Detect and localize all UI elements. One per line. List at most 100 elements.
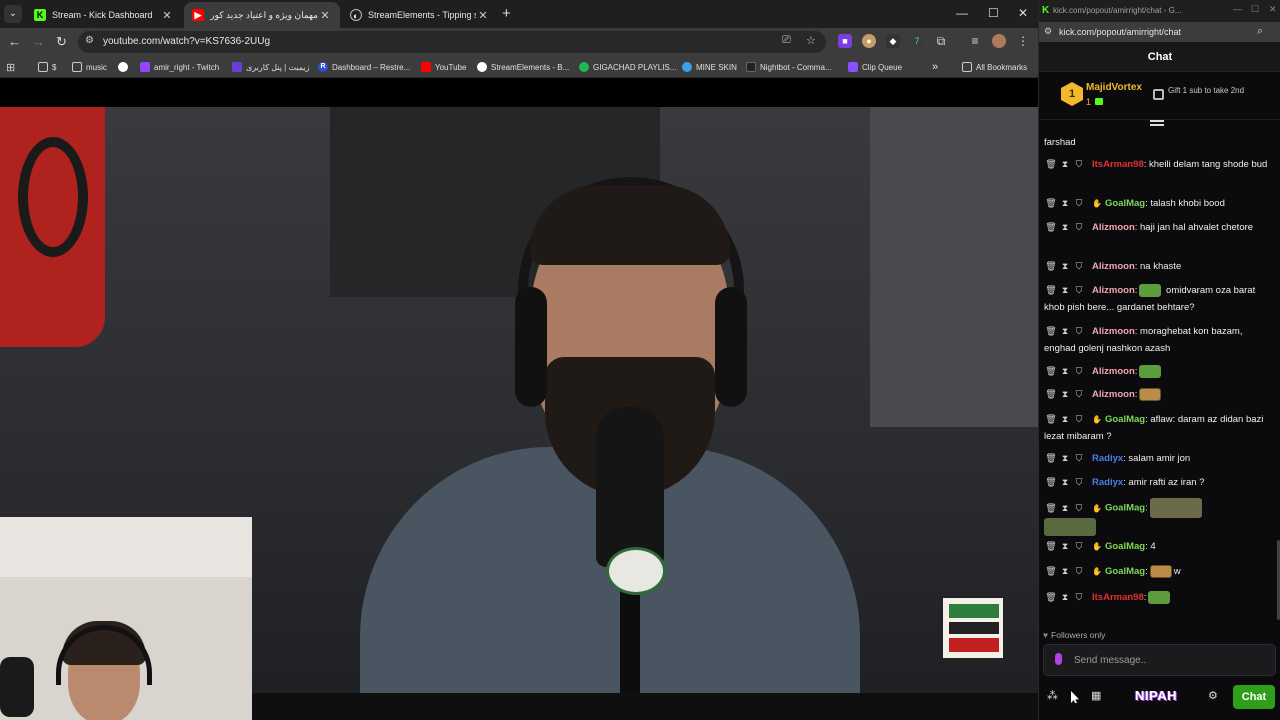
timeout-icon[interactable]: ⧗: [1058, 589, 1072, 606]
trash-icon[interactable]: 🗑: [1044, 538, 1058, 555]
chat-username[interactable]: ItsArman98: [1092, 592, 1144, 603]
shield-icon[interactable]: ⛉: [1072, 323, 1086, 340]
collapse-pinned-icon[interactable]: [1150, 120, 1164, 130]
shield-icon[interactable]: ⛉: [1072, 156, 1086, 173]
chat-username[interactable]: Alizmoon: [1092, 261, 1135, 272]
chat-username[interactable]: Alizmoon: [1092, 389, 1135, 400]
bookmarks-overflow-button[interactable]: »: [932, 60, 938, 74]
minimize-icon[interactable]: —: [956, 6, 968, 20]
shield-icon[interactable]: ⛉: [1072, 258, 1086, 275]
chat-address-bar[interactable]: ⚙ kick.com/popout/amirright/chat ⌕: [1039, 22, 1280, 42]
extension-icon[interactable]: ●: [862, 34, 876, 48]
gg-emote-icon[interactable]: [1139, 387, 1162, 401]
trash-icon[interactable]: 🗑: [1044, 219, 1058, 236]
bookmark-item[interactable]: R Dashboard – Restre...: [318, 60, 410, 74]
bookmark-item[interactable]: [118, 60, 132, 74]
nipah-emote-label[interactable]: NIPAH: [1135, 688, 1177, 703]
bookmark-item[interactable]: Nightbot - Comma...: [746, 60, 832, 74]
trash-icon[interactable]: 🗑: [1044, 500, 1058, 517]
bookmark-item[interactable]: GIGACHAD PLAYLIS...: [579, 60, 676, 74]
window-close-icon[interactable]: ✕: [1269, 4, 1277, 15]
shield-icon[interactable]: ⛉: [1072, 450, 1086, 467]
bookmark-item[interactable]: StreamElements - B...: [477, 60, 569, 74]
microphone-icon[interactable]: [1055, 653, 1062, 665]
bookmark-item[interactable]: MINE SKIN: [682, 60, 737, 74]
chat-username[interactable]: Alizmoon: [1092, 222, 1135, 233]
shield-icon[interactable]: ⛉: [1072, 589, 1086, 606]
maximize-icon[interactable]: ☐: [988, 6, 999, 20]
minimize-icon[interactable]: —: [1233, 4, 1242, 14]
timeout-icon[interactable]: ⧗: [1058, 156, 1072, 173]
shield-icon[interactable]: ⛉: [1072, 411, 1086, 428]
address-bar[interactable]: ⚙ youtube.com/watch?v=KS7636-2UUg ⎚ ☆: [78, 31, 826, 53]
reload-button[interactable]: ↻: [56, 34, 67, 50]
trash-icon[interactable]: 🗑: [1044, 258, 1058, 275]
timeout-icon[interactable]: ⧗: [1058, 538, 1072, 555]
shield-icon[interactable]: ⛉: [1072, 500, 1086, 517]
chat-username[interactable]: ItsArman98: [1092, 159, 1144, 170]
back-button[interactable]: ←: [8, 34, 21, 49]
timeout-icon[interactable]: ⧗: [1058, 411, 1072, 428]
timeout-icon[interactable]: ⧗: [1058, 450, 1072, 467]
window-close-icon[interactable]: ✕: [1018, 6, 1028, 20]
timeout-icon[interactable]: ⧗: [1058, 363, 1072, 380]
pepe-emote-icon[interactable]: [1148, 590, 1171, 604]
maximize-icon[interactable]: ☐: [1251, 4, 1259, 15]
menu-kebab-icon[interactable]: ⋮: [1016, 34, 1030, 48]
profile-avatar[interactable]: [992, 34, 1006, 48]
extension-icon[interactable]: 7: [910, 34, 924, 48]
timeout-icon[interactable]: ⧗: [1058, 386, 1072, 403]
tab-streamelements[interactable]: ◐ StreamElements - Tipping setti ✕: [342, 2, 498, 28]
chat-username[interactable]: GoalMag: [1105, 414, 1145, 425]
chat-username[interactable]: GoalMag: [1105, 198, 1145, 209]
tab-youtube-video[interactable]: ▶ مهمان ویژه و اعتیاد جدید کور ✕: [184, 2, 340, 28]
send-chat-button[interactable]: Chat: [1233, 685, 1275, 709]
timeout-icon[interactable]: ⧗: [1058, 195, 1072, 212]
trash-icon[interactable]: 🗑: [1044, 563, 1058, 580]
trash-icon[interactable]: 🗑: [1044, 195, 1058, 212]
trash-icon[interactable]: 🗑: [1044, 450, 1058, 467]
close-icon[interactable]: ✕: [476, 9, 490, 22]
forward-button[interactable]: →: [32, 34, 45, 49]
apps-grid-icon[interactable]: ⊞: [6, 60, 15, 74]
gift-prompt[interactable]: Gift 1 sub to take 2nd: [1168, 86, 1268, 95]
send-message-input[interactable]: [1074, 652, 1264, 668]
chat-username[interactable]: GoalMag: [1105, 566, 1145, 577]
new-tab-button[interactable]: +: [502, 5, 511, 22]
zoom-icon[interactable]: ⌕: [1257, 25, 1263, 38]
site-info-icon[interactable]: ⚙: [1044, 26, 1052, 37]
trash-icon[interactable]: 🗑: [1044, 156, 1058, 173]
timeout-icon[interactable]: ⧗: [1058, 474, 1072, 491]
trash-icon[interactable]: 🗑: [1044, 386, 1058, 403]
close-icon[interactable]: ✕: [160, 9, 174, 22]
shield-icon[interactable]: ⛉: [1072, 282, 1086, 299]
bookmark-item[interactable]: Clip Queue: [848, 60, 902, 74]
extensions-puzzle-icon[interactable]: ⧉: [934, 34, 948, 48]
shield-icon[interactable]: ⛉: [1072, 219, 1086, 236]
chat-username[interactable]: Radiyx: [1092, 453, 1123, 464]
timeout-icon[interactable]: ⧗: [1058, 323, 1072, 340]
top-gifter-name[interactable]: MajidVortex: [1086, 82, 1142, 93]
settings-nodes-icon[interactable]: ⁂: [1047, 689, 1058, 702]
tab-list-button[interactable]: ⌄: [4, 5, 22, 23]
timeout-icon[interactable]: ⧗: [1058, 219, 1072, 236]
gear-icon[interactable]: ⚙: [1208, 689, 1218, 702]
pepe-emote-icon[interactable]: [1139, 283, 1162, 297]
trash-icon[interactable]: 🗑: [1044, 589, 1058, 606]
media-control-icon[interactable]: ≡: [968, 34, 982, 48]
close-icon[interactable]: ✕: [318, 9, 332, 22]
chat-username[interactable]: Alizmoon: [1092, 285, 1135, 296]
all-bookmarks[interactable]: All Bookmarks: [962, 60, 1027, 74]
chat-username[interactable]: Radiyx: [1092, 477, 1123, 488]
trash-icon[interactable]: 🗑: [1044, 411, 1058, 428]
timeout-icon[interactable]: ⧗: [1058, 282, 1072, 299]
chat-username[interactable]: GoalMag: [1105, 541, 1145, 552]
extension-icon[interactable]: ◆: [886, 34, 900, 48]
extension-icon[interactable]: ■: [838, 34, 852, 48]
frog-emote-icon[interactable]: [1044, 518, 1096, 536]
shield-icon[interactable]: ⛉: [1072, 474, 1086, 491]
bookmark-item[interactable]: amir_right - Twitch: [140, 60, 219, 74]
timeout-icon[interactable]: ⧗: [1058, 500, 1072, 517]
bookmark-item[interactable]: زیمبت | پنل کاربری: [232, 60, 309, 74]
send-message-box[interactable]: [1043, 644, 1276, 676]
